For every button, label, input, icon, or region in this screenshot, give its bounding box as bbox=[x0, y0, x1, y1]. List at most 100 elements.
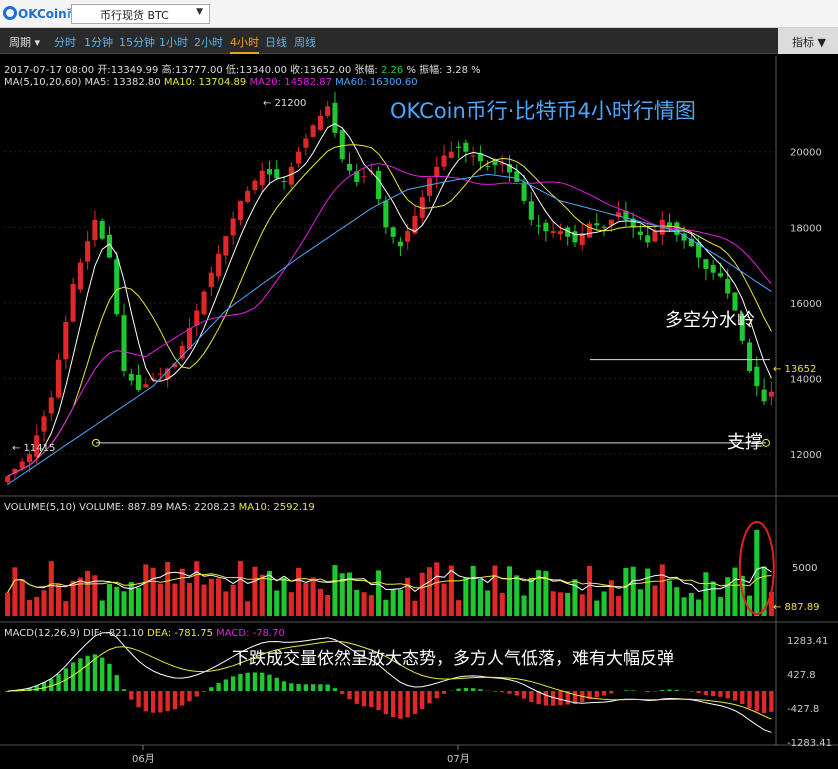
macd-histogram-bar bbox=[420, 691, 425, 709]
macd-histogram-bar bbox=[434, 691, 439, 699]
volume-bar bbox=[485, 590, 491, 616]
volume-bar bbox=[63, 601, 69, 616]
macd-histogram-bar bbox=[470, 688, 476, 691]
macd-histogram-bar bbox=[521, 691, 527, 699]
candle-body bbox=[252, 180, 258, 190]
candle-body bbox=[281, 181, 287, 183]
volume-bar bbox=[361, 592, 367, 616]
candle-body bbox=[325, 106, 331, 116]
volume-bar bbox=[397, 589, 403, 616]
volume-bar bbox=[5, 592, 11, 616]
ma60-value: MA60: 16300.60 bbox=[335, 77, 418, 88]
macd-histogram-bar bbox=[543, 691, 549, 706]
candlestick-chart[interactable]: 12000 14000 16000 18000 20000 OKCoin币行·比特币4小时… bbox=[0, 0, 838, 769]
candle-body bbox=[645, 235, 651, 243]
candle-body bbox=[310, 125, 316, 137]
candle-body bbox=[259, 170, 265, 186]
volume-bar bbox=[56, 583, 62, 616]
macd-histogram-bar bbox=[121, 689, 127, 691]
resistance-label: 多空分水岭 bbox=[665, 310, 755, 331]
volume-tick-label: 5000 bbox=[792, 563, 817, 574]
volume-bar bbox=[230, 584, 236, 616]
macd-histogram-bar bbox=[187, 691, 192, 702]
price-tick-label: 16000 bbox=[790, 299, 822, 310]
volume-bar bbox=[201, 584, 207, 616]
volume-bar bbox=[703, 572, 709, 616]
volume-bar bbox=[259, 574, 265, 616]
macd-histogram-bar bbox=[296, 684, 301, 691]
macd-histogram-bar bbox=[660, 689, 665, 691]
macd-histogram-bar bbox=[289, 683, 294, 691]
volume-bar bbox=[666, 580, 673, 616]
volume-bar bbox=[674, 587, 680, 616]
candle-body bbox=[26, 454, 33, 463]
volume-bar bbox=[186, 582, 193, 616]
volume-bar bbox=[332, 565, 338, 616]
volume-bar bbox=[456, 600, 462, 616]
ohlc-close-label: 收: bbox=[290, 65, 304, 76]
volume-legend: VOLUME(5,10) VOLUME: 887.89 MA5: 2208.23… bbox=[4, 502, 315, 513]
macd-histogram-bar bbox=[201, 691, 207, 692]
macd-histogram-bar bbox=[761, 691, 767, 714]
volume-bar bbox=[652, 585, 658, 616]
macd-histogram-bar bbox=[609, 691, 614, 694]
volume-bar bbox=[157, 583, 163, 616]
volume-bar bbox=[412, 600, 418, 616]
candle-body bbox=[77, 262, 83, 290]
support-label: 支撑 bbox=[727, 432, 763, 453]
volume-legend-label: VOLUME(5,10) bbox=[4, 502, 76, 513]
macd-histogram-bar bbox=[427, 691, 432, 704]
volume-bar bbox=[48, 561, 54, 616]
candle-body bbox=[230, 218, 236, 236]
candle-body bbox=[761, 389, 767, 402]
candle-body bbox=[492, 161, 498, 165]
macd-histogram-bar bbox=[630, 690, 636, 691]
macd-histogram-bar bbox=[230, 676, 236, 691]
candle-body bbox=[768, 391, 774, 397]
price-tick-label: 12000 bbox=[790, 450, 822, 461]
macd-tick-label: -427.8 bbox=[787, 704, 819, 715]
candle-body bbox=[296, 151, 302, 164]
volume-bar bbox=[681, 597, 687, 616]
macd-histogram-bar bbox=[318, 684, 323, 691]
volume-bar bbox=[150, 567, 156, 616]
volume-bar bbox=[637, 589, 643, 616]
macd-histogram-bar bbox=[245, 672, 250, 691]
volume-bar bbox=[237, 561, 243, 616]
macd-tick-label: 1283.41 bbox=[787, 636, 828, 647]
macd-histogram-bar bbox=[332, 688, 338, 691]
candle-body bbox=[128, 373, 134, 381]
dea-value: DEA: -781.75 bbox=[147, 628, 213, 639]
candle-body bbox=[99, 220, 105, 239]
macd-histogram-bar bbox=[652, 691, 658, 692]
dif-value: DIF: -821.10 bbox=[83, 628, 144, 639]
ma10-value: MA10: 13704.89 bbox=[163, 77, 247, 88]
macd-histogram-bar bbox=[667, 689, 672, 691]
macd-histogram-bar bbox=[143, 691, 149, 712]
candle-body bbox=[390, 227, 396, 237]
candle-body bbox=[121, 315, 127, 372]
candle-body bbox=[637, 231, 643, 235]
volume-bar bbox=[579, 594, 585, 616]
volume-bar bbox=[528, 577, 534, 616]
candle-body bbox=[208, 272, 214, 287]
macd-histogram-bar bbox=[732, 691, 738, 701]
candle-body bbox=[143, 384, 149, 388]
candle-body bbox=[426, 178, 433, 196]
macd-histogram-bar bbox=[78, 658, 83, 691]
macd-value: MACD: -78.70 bbox=[216, 628, 285, 639]
ma20-value: MA20: 14582.87 bbox=[249, 77, 332, 88]
candle-body bbox=[19, 461, 25, 469]
volume-bar bbox=[616, 596, 622, 616]
ohlc-amp: 3.28 % bbox=[445, 65, 481, 76]
volume-bar bbox=[70, 580, 76, 616]
candle-body bbox=[485, 165, 491, 167]
volume-bar bbox=[172, 583, 178, 616]
candle-body bbox=[5, 476, 11, 482]
macd-histogram-bar bbox=[703, 691, 709, 695]
candle-body bbox=[361, 176, 367, 178]
macd-histogram-bar bbox=[107, 663, 112, 691]
candle-body bbox=[543, 222, 549, 232]
macd-histogram-bar bbox=[238, 673, 243, 691]
volume-bar bbox=[128, 582, 134, 616]
